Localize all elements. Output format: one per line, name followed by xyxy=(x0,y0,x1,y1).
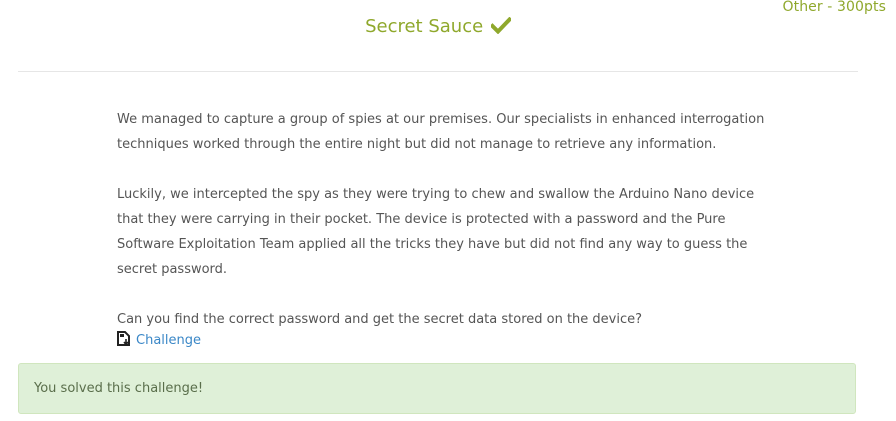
header-divider xyxy=(18,71,858,72)
challenge-title: Secret Sauce xyxy=(365,16,484,37)
challenge-page: Other - 300pts Secret Sauce We managed t… xyxy=(0,0,896,421)
solved-message: You solved this challenge! xyxy=(34,381,204,396)
description-paragraph: We managed to capture a group of spies a… xyxy=(117,112,765,152)
description-paragraph: Can you find the correct password and ge… xyxy=(117,312,643,327)
check-icon xyxy=(489,16,513,39)
challenge-description: We managed to capture a group of spies a… xyxy=(117,107,777,357)
solved-alert: You solved this challenge! xyxy=(18,363,856,414)
challenge-link-label: Challenge xyxy=(136,333,201,348)
category-points: Other - 300pts xyxy=(782,0,886,15)
file-download-icon xyxy=(117,331,132,350)
challenge-header: Secret Sauce xyxy=(0,16,876,39)
description-paragraph: Luckily, we intercepted the spy as they … xyxy=(117,187,755,277)
challenge-download-link[interactable]: Challenge xyxy=(117,331,201,350)
